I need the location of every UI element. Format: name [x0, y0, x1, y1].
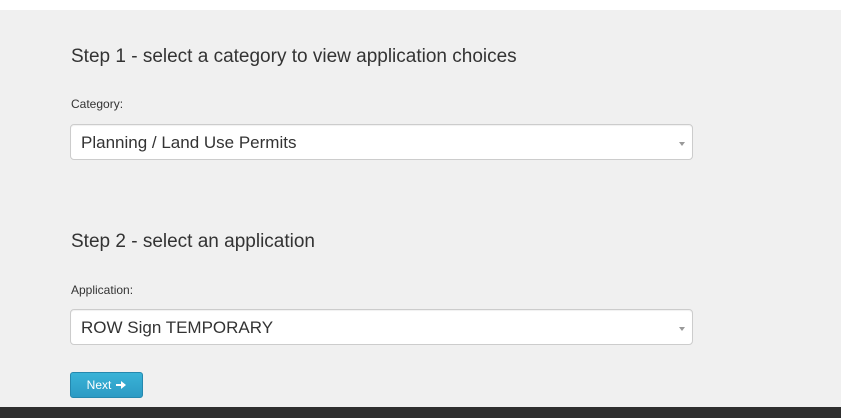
- step2-heading: Step 2 - select an application: [71, 231, 315, 252]
- application-select-value: ROW Sign TEMPORARY: [81, 318, 274, 337]
- category-select-value: Planning / Land Use Permits: [81, 133, 297, 152]
- application-select[interactable]: ROW Sign TEMPORARY: [70, 309, 693, 345]
- next-button-label: Next: [86, 378, 112, 392]
- next-button[interactable]: Next: [70, 372, 143, 398]
- step1-heading: Step 1 - select a category to view appli…: [71, 46, 517, 67]
- application-label: Application:: [71, 283, 134, 297]
- chevron-down-icon: [679, 142, 685, 146]
- form-panel: [0, 10, 841, 407]
- category-label: Category:: [71, 97, 124, 111]
- chevron-down-icon: [679, 327, 685, 331]
- category-select[interactable]: Planning / Land Use Permits: [70, 124, 693, 160]
- footer-bar: [0, 407, 841, 418]
- arrow-right-icon: [116, 381, 127, 389]
